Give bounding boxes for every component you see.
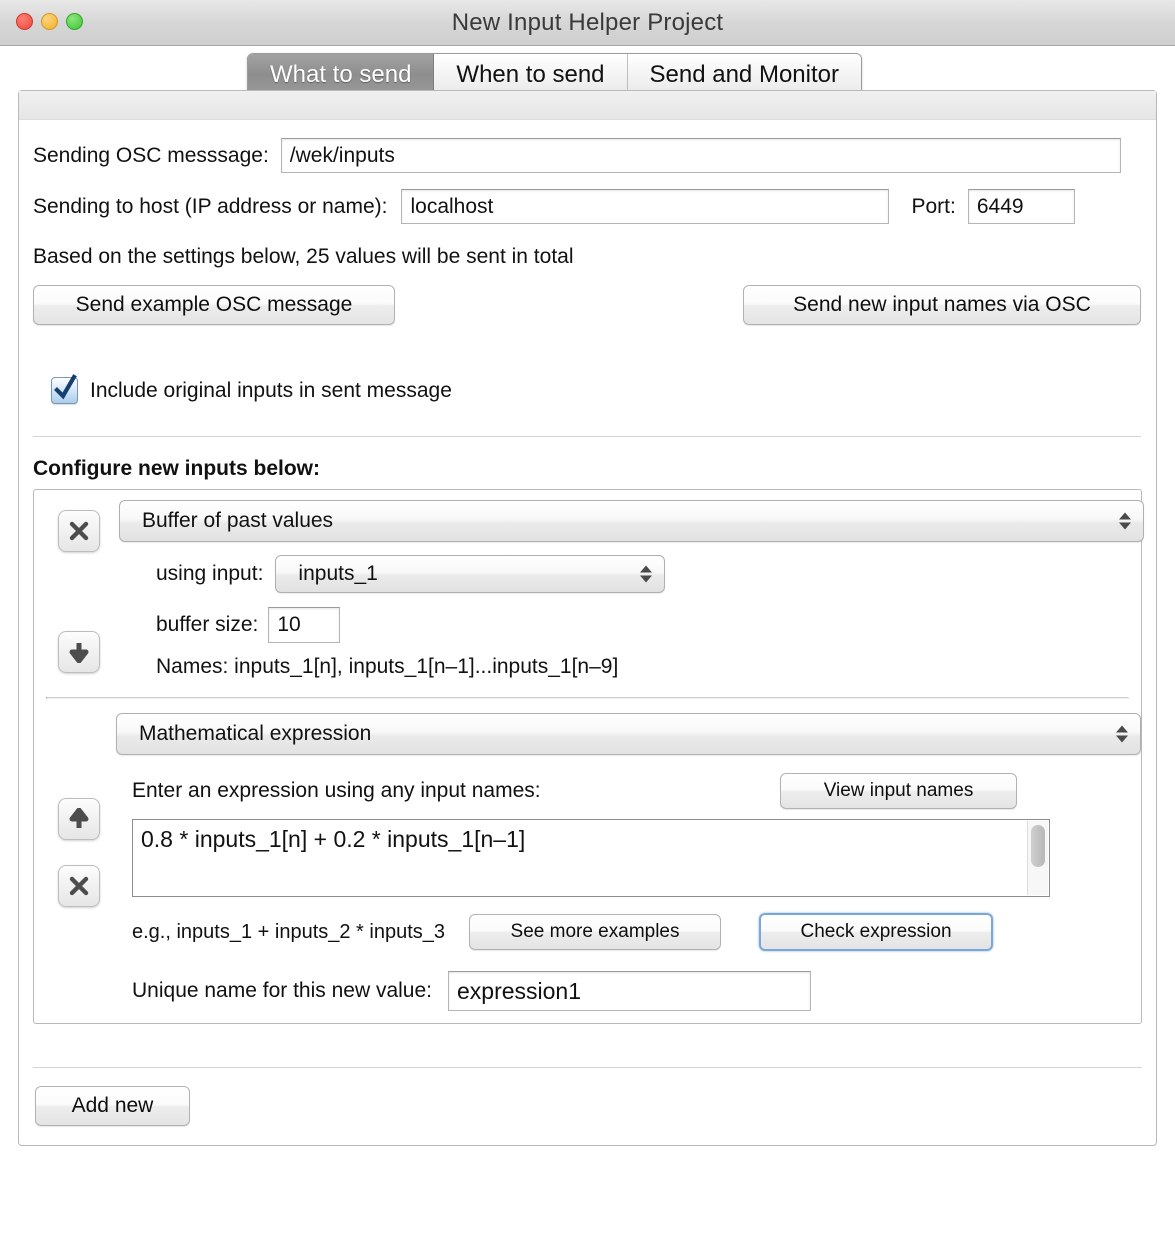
expression-textarea-wrap [132,819,1050,897]
block-2-type-value: Mathematical expression [139,722,372,745]
add-new-button[interactable]: Add new [35,1086,190,1126]
block-1-using-input-value: inputs_1 [298,562,378,585]
remove-block-2-button[interactable] [58,865,100,907]
block-2-type-stepper-icon [1116,725,1128,743]
send-example-osc-message-button[interactable]: Send example OSC message [33,285,395,325]
send-new-input-names-button[interactable]: Send new input names via OSC [743,285,1141,325]
app-window: New Input Helper Project What to send Wh… [0,0,1175,1234]
x-icon [69,521,89,541]
unique-name-label: Unique name for this new value: [132,979,432,1002]
block-1-type-select[interactable]: Buffer of past values [119,500,1144,542]
zoom-button[interactable] [66,13,83,30]
osc-host-label: Sending to host (IP address or name): [33,194,388,218]
block-1-names-text: Names: inputs_1[n], inputs_1[n–1]...inpu… [156,655,619,678]
footer-divider [33,1067,1142,1068]
block-1-type-value: Buffer of past values [142,509,334,532]
block-1-using-input-label: using input: [156,562,264,585]
osc-host-input[interactable] [401,189,890,224]
main-panel: Sending OSC messsage: Sending to host (I… [18,90,1157,1146]
see-more-examples-button[interactable]: See more examples [469,914,722,950]
configure-heading: Configure new inputs below: [33,457,320,480]
config-list: Buffer of past values using input: input… [33,489,1144,1024]
tab-bar-zone: What to send When to send Send and Monit… [0,46,1175,97]
block-2-unique-name-row: Unique name for this new value: [132,971,1141,1011]
config-block-expression: Mathematical expression Enter an express… [34,699,1141,1023]
window-controls [16,13,83,30]
include-original-checkbox[interactable] [51,374,78,404]
osc-message-input[interactable] [280,138,1121,173]
panel-header-strip [19,91,1156,120]
x-icon [69,876,89,896]
move-block-1-down-button[interactable] [58,631,100,673]
window-title: New Input Helper Project [451,8,724,36]
block-1-using-input-row: using input: inputs_1 [156,555,1141,593]
include-original-row[interactable]: Include original inputs in sent message [51,374,1142,404]
expression-textarea[interactable] [133,820,1049,896]
block-1-using-input-stepper-icon [640,565,653,583]
view-input-names-button[interactable]: View input names [780,773,1017,809]
arrow-up-icon [69,808,89,828]
remove-block-1-button[interactable] [58,510,100,552]
minimize-button[interactable] [41,13,58,30]
block-1-buffer-size-input[interactable] [268,607,341,643]
block-1-buffer-size-label: buffer size: [156,613,259,636]
arrow-down-icon [69,643,89,663]
section-divider [33,436,1141,437]
osc-message-row: Sending OSC messsage: [33,138,1142,173]
include-original-label: Include original inputs in sent message [90,378,452,402]
expression-scrollbar-thumb[interactable] [1031,825,1045,867]
values-summary-text: Based on the settings below, 25 values w… [33,245,574,268]
block-2-type-select[interactable]: Mathematical expression [116,713,1141,755]
title-bar: New Input Helper Project [0,0,1175,46]
block-1-type-stepper-icon [1119,512,1131,530]
block-1-using-input-select[interactable]: inputs_1 [275,555,666,593]
expression-example-hint: e.g., inputs_1 + inputs_2 * inputs_3 [132,920,446,943]
osc-port-input[interactable] [967,189,1075,224]
osc-actions-row: Send example OSC message Send new input … [33,285,1141,325]
block-2-examples-row: e.g., inputs_1 + inputs_2 * inputs_3 See… [132,913,1141,951]
config-block-buffer: Buffer of past values using input: input… [34,490,1144,691]
check-expression-button[interactable]: Check expression [759,913,994,951]
block-2-prompt-label: Enter an expression using any input name… [132,779,541,802]
block-1-buffer-size-row: buffer size: [156,607,1141,643]
osc-message-label: Sending OSC messsage: [33,143,269,167]
panel-content: Sending OSC messsage: Sending to host (I… [19,138,1156,1024]
move-block-2-up-button[interactable] [58,798,100,840]
checkmark-icon [54,374,77,400]
block-2-prompt-row: Enter an expression using any input name… [132,773,1144,809]
expression-scrollbar[interactable] [1027,821,1048,895]
osc-port-label: Port: [911,194,956,218]
unique-name-input[interactable] [448,971,811,1011]
close-button[interactable] [16,13,33,30]
panel-footer: Add new [19,1067,1156,1145]
osc-host-row: Sending to host (IP address or name): Po… [33,189,1142,224]
